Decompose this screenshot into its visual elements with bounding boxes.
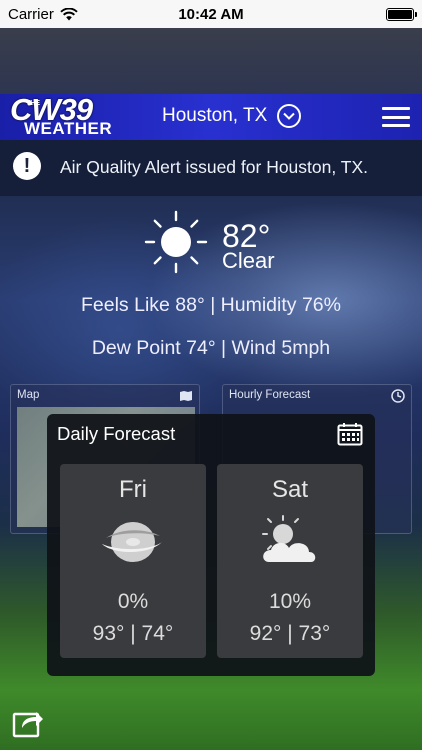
day-card-fri[interactable]: Fri 0% 93° | 74°: [60, 464, 206, 658]
hourly-card-title: Hourly Forecast: [229, 389, 311, 401]
day-name: Sat: [271, 476, 309, 503]
current-conditions: 82° Clear Feels Like 88° | Humidity 76% …: [0, 200, 422, 370]
hurricane-icon: [102, 522, 162, 562]
alert-exclamation-icon: !: [13, 152, 41, 180]
alert-banner[interactable]: ! Air Quality Alert issued for Houston, …: [0, 140, 422, 196]
day-high-low: 93° | 74°: [92, 622, 174, 645]
status-bar: Carrier 10:42 AM: [0, 0, 422, 28]
current-condition: Clear: [222, 248, 275, 273]
hamburger-menu-icon[interactable]: [382, 107, 410, 127]
day-name: Fri: [119, 476, 147, 503]
alert-text: Air Quality Alert issued for Houston, TX…: [60, 157, 369, 177]
chevron-down-icon: [277, 104, 302, 128]
app-header: CW39 THE WEATHER Houston, TX: [0, 92, 422, 140]
battery-icon: [386, 7, 417, 21]
carrier-label: Carrier: [8, 5, 54, 23]
map-icon: [180, 391, 192, 401]
sky-background: [0, 28, 422, 94]
logo-weather: WEATHER: [24, 119, 113, 138]
location-selector[interactable]: Houston, TX: [162, 104, 302, 128]
dew-point-wind: Dew Point 74° | Wind 5mph: [91, 337, 331, 359]
location-label: Houston, TX: [162, 105, 268, 126]
partly-cloudy-icon: [262, 515, 316, 562]
cw39-weather-logo: CW39 THE WEATHER: [6, 92, 128, 140]
feels-like-humidity: Feels Like 88° | Humidity 76%: [81, 294, 341, 316]
calendar-icon[interactable]: [337, 422, 363, 446]
logo-the: THE: [26, 100, 40, 107]
day-precip: 10%: [268, 590, 312, 613]
map-card-title: Map: [17, 389, 40, 401]
wifi-icon: [60, 7, 78, 20]
status-left: Carrier: [8, 6, 78, 23]
day-card-sat[interactable]: Sat 10% 92° | 73°: [217, 464, 363, 658]
day-high-low: 92° | 73°: [249, 622, 331, 645]
share-icon[interactable]: [12, 706, 44, 738]
day-precip: 0%: [117, 590, 149, 613]
daily-forecast-title: Daily Forecast: [57, 423, 176, 444]
daily-forecast-panel: Daily Forecast Fri 0% 93° | 74° Sat 10% …: [47, 414, 375, 676]
clock-icon: [391, 389, 405, 403]
sun-icon: [144, 210, 208, 274]
